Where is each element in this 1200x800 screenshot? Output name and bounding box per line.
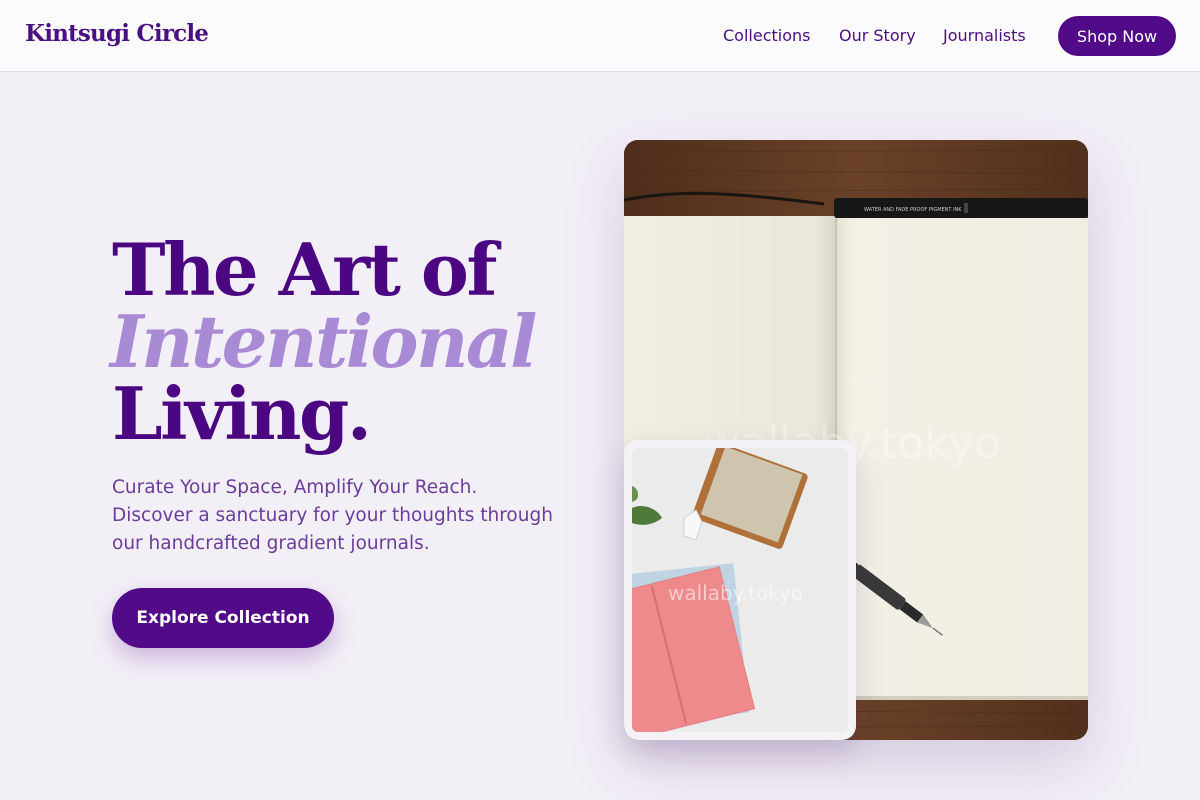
pen-print-text: WATER AND FADE PROOF PIGMENT INK	[864, 207, 962, 213]
notebooks-photo: wallaby.tokyo	[632, 448, 848, 732]
hero-headline-line3: Living.	[112, 371, 372, 456]
nav-link-our-story[interactable]: Our Story	[839, 26, 916, 45]
nav-link-journalists[interactable]: Journalists	[943, 26, 1026, 45]
inset-photo-card: wallaby.tokyo	[624, 440, 856, 740]
notebooks-illustration: wallaby.tokyo	[632, 448, 848, 732]
hero-subtitle-line: Curate Your Space, Amplify Your Reach.	[112, 477, 478, 498]
hero-headline-line2: Intentional	[110, 299, 537, 384]
brand-logo[interactable]: Kintsugi Circle	[25, 20, 209, 47]
inset-watermark: wallaby.tokyo	[668, 581, 803, 605]
hero-subtitle-line: Discover a sanctuary for your thoughts t…	[112, 505, 553, 526]
hero-subtitle-line: our handcrafted gradient journals.	[112, 533, 430, 554]
shop-now-button[interactable]: Shop Now	[1058, 16, 1176, 56]
hero-headline-line1: The Art of	[112, 227, 497, 312]
hero-subtitle: Curate Your Space, Amplify Your Reach. D…	[112, 474, 582, 558]
explore-collection-button[interactable]: Explore Collection	[112, 588, 334, 648]
site-header: Kintsugi Circle Collections Our Story Jo…	[0, 0, 1200, 72]
nav-link-collections[interactable]: Collections	[723, 26, 810, 45]
